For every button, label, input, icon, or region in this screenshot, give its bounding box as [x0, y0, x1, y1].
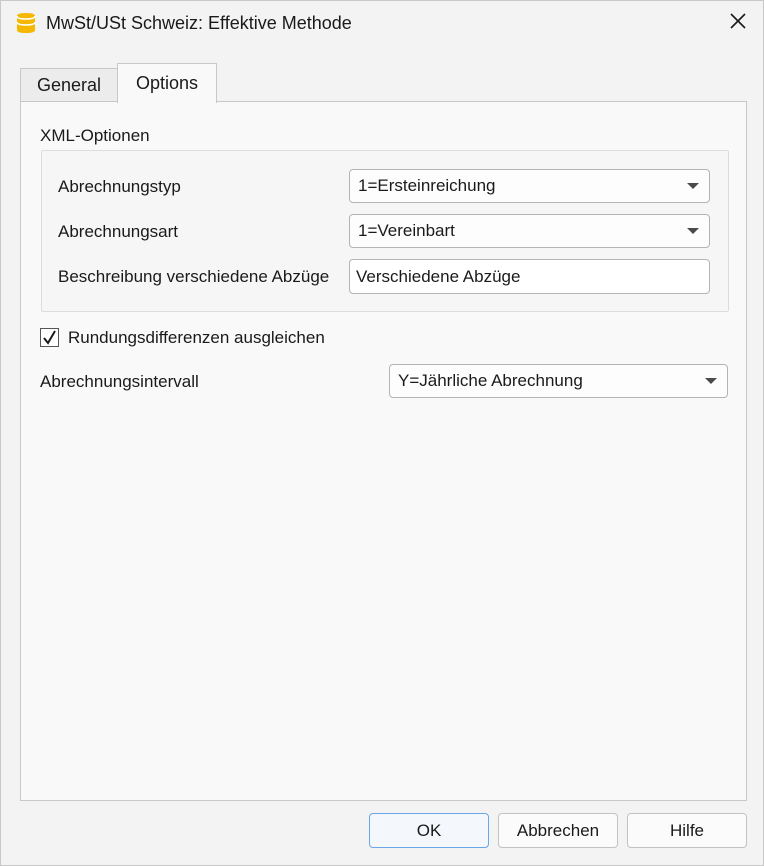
options-panel: XML-Optionen Abrechnungstyp 1=Ersteinrei…	[20, 101, 747, 801]
close-icon	[730, 12, 746, 34]
database-icon	[16, 12, 36, 34]
abrechnungsart-dropdown[interactable]: 1=Vereinbart	[349, 214, 710, 248]
cancel-button[interactable]: Abbrechen	[498, 813, 618, 848]
tab-options[interactable]: Options	[117, 63, 217, 103]
close-button[interactable]	[713, 1, 763, 45]
abrechnungsart-label: Abrechnungsart	[58, 222, 179, 241]
title-bar: MwSt/USt Schweiz: Effektive Methode	[1, 1, 763, 45]
chevron-down-icon	[687, 183, 699, 189]
rundung-label: Rundungsdifferenzen ausgleichen	[68, 328, 325, 347]
beschreibung-value: Verschiedene Abzüge	[356, 266, 521, 286]
abrechnungstyp-label: Abrechnungstyp	[58, 177, 181, 196]
intervall-dropdown[interactable]: Y=Jährliche Abrechnung	[389, 364, 728, 398]
xml-options-label: XML-Optionen	[40, 126, 150, 145]
ok-button[interactable]: OK	[369, 813, 489, 848]
window-title: MwSt/USt Schweiz: Effektive Methode	[46, 13, 352, 33]
intervall-value: Y=Jährliche Abrechnung	[398, 371, 583, 390]
tab-general[interactable]: General	[20, 68, 118, 102]
chevron-down-icon	[705, 378, 717, 384]
chevron-down-icon	[687, 228, 699, 234]
rundung-checkbox[interactable]	[40, 328, 59, 347]
abrechnungsart-value: 1=Vereinbart	[358, 221, 455, 240]
help-button[interactable]: Hilfe	[627, 813, 747, 848]
intervall-label: Abrechnungsintervall	[40, 372, 199, 391]
beschreibung-input[interactable]: Verschiedene Abzüge	[349, 259, 710, 294]
abrechnungstyp-value: 1=Ersteinreichung	[358, 176, 496, 195]
dialog-window: MwSt/USt Schweiz: Effektive Methode Gene…	[0, 0, 764, 866]
xml-options-group: Abrechnungstyp 1=Ersteinreichung Abrechn…	[41, 150, 729, 312]
abrechnungstyp-dropdown[interactable]: 1=Ersteinreichung	[349, 169, 710, 203]
beschreibung-label: Beschreibung verschiedene Abzüge	[58, 267, 330, 286]
